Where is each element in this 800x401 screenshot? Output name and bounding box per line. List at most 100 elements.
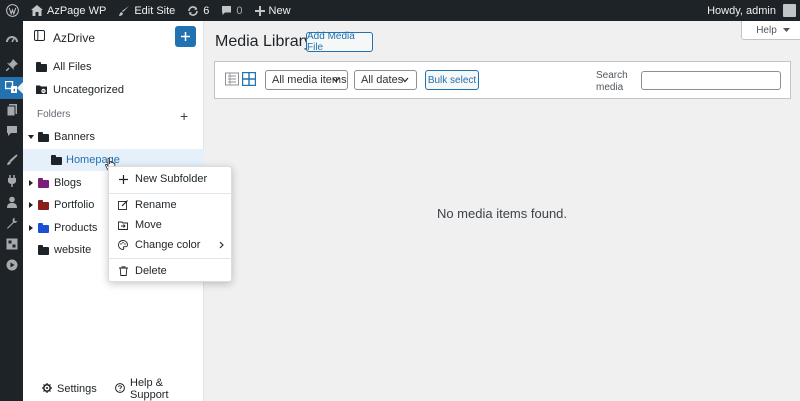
plus-icon [254, 5, 265, 16]
updates-icon [188, 5, 199, 16]
new-content-link[interactable]: New [249, 0, 297, 21]
folder-context-menu: New Subfolder Rename Move Change color D… [108, 166, 233, 282]
menu-item-rename[interactable]: Rename [109, 195, 233, 215]
menu-item-label: Delete [135, 265, 167, 277]
dashboard-icon[interactable] [4, 31, 19, 46]
new-label: New [268, 4, 291, 17]
site-name: AzPage WP [47, 4, 107, 17]
move-folder-icon [118, 220, 128, 230]
media-icon[interactable] [4, 80, 19, 95]
folders-heading: Folders [37, 109, 71, 120]
menu-item-delete[interactable]: Delete [109, 261, 233, 281]
pin-icon[interactable] [4, 57, 19, 72]
folder-item-banners[interactable]: Banners [23, 126, 204, 148]
folder-label: Products [54, 222, 98, 234]
appearance-icon[interactable] [4, 152, 19, 167]
help-tab-button[interactable]: Help [741, 21, 800, 40]
pages-icon[interactable] [4, 102, 19, 117]
folder-icon [38, 178, 49, 188]
site-name-link[interactable]: AzPage WP [25, 0, 112, 21]
comments-link[interactable]: 0 [215, 0, 248, 21]
plugins-icon[interactable] [4, 173, 19, 188]
azdrive-footer: Settings Help & Support [23, 376, 204, 401]
sidebar-toggle-icon[interactable] [34, 30, 45, 41]
media-type-filter[interactable]: All media items [265, 70, 348, 90]
plus-icon [118, 174, 128, 184]
menu-item-change-color[interactable]: Change color [109, 235, 233, 255]
azdrive-header: AzDrive [23, 21, 204, 51]
wordpress-logo-icon[interactable] [0, 0, 25, 21]
folder-icon [38, 223, 49, 233]
uncategorized-label: Uncategorized [53, 84, 124, 96]
caret-down-icon [782, 28, 790, 32]
help-label: Help [756, 24, 777, 36]
caret-right-icon[interactable] [29, 202, 33, 208]
edit-site-label: Edit Site [134, 4, 176, 17]
menu-item-label: New Subfolder [135, 173, 208, 185]
caret-down-icon[interactable] [28, 135, 34, 139]
list-view-icon[interactable] [225, 72, 239, 86]
howdy-text: Howdy, admin [707, 4, 776, 17]
azdrive-title: AzDrive [53, 31, 96, 45]
caret-right-icon[interactable] [29, 225, 33, 231]
uncategorized-item[interactable]: Uncategorized [23, 79, 204, 101]
menu-item-move[interactable]: Move [109, 215, 233, 235]
users-icon[interactable] [4, 194, 19, 209]
chevron-down-icon [332, 77, 340, 83]
caret-right-icon[interactable] [29, 180, 33, 186]
settings-icon[interactable] [4, 236, 19, 251]
all-files-label: All Files [53, 61, 92, 73]
media-player-icon[interactable] [4, 257, 19, 272]
brush-icon [119, 5, 130, 16]
help-circle-icon [115, 383, 125, 393]
folder-label: Banners [54, 131, 95, 143]
comments-count: 0 [236, 4, 243, 17]
all-files-item[interactable]: All Files [23, 56, 204, 78]
search-media-input[interactable] [641, 71, 781, 90]
avatar [783, 4, 796, 17]
my-account-link[interactable]: Howdy, admin [701, 0, 800, 21]
updates-count: 6 [203, 4, 210, 17]
menu-item-label: Change color [135, 239, 201, 251]
menu-item-label: Move [135, 219, 162, 231]
azdrive-add-button[interactable] [175, 26, 196, 47]
folder-icon [51, 155, 62, 165]
grid-view-icon[interactable] [242, 72, 256, 86]
folder-icon [38, 132, 49, 142]
folder-icon [38, 245, 49, 255]
comment-icon [222, 6, 232, 15]
tools-icon[interactable] [4, 215, 19, 230]
add-media-file-button[interactable]: Add Media File [306, 31, 373, 53]
media-toolbar: All media items All dates Bulk select Se… [214, 61, 791, 99]
admin-menu [0, 21, 23, 401]
folder-icon [36, 62, 47, 72]
menu-divider [109, 193, 233, 194]
admin-bar: AzPage WP Edit Site 6 0 New Howdy, admin [0, 0, 800, 21]
folder-label: Blogs [54, 177, 82, 189]
bulk-select-button[interactable]: Bulk select [425, 70, 479, 90]
menu-item-new-subfolder[interactable]: New Subfolder [109, 169, 233, 189]
gear-icon [42, 383, 52, 393]
help-support-link[interactable]: Help & Support [130, 377, 204, 401]
settings-link[interactable]: Settings [57, 383, 97, 395]
home-icon [31, 5, 43, 16]
menu-item-label: Rename [135, 199, 177, 211]
edit-site-link[interactable]: Edit Site [112, 0, 181, 21]
updates-link[interactable]: 6 [181, 0, 215, 21]
chevron-down-icon [401, 77, 409, 83]
search-media-label: Search media [596, 70, 628, 93]
folder-label: Portfolio [54, 199, 95, 211]
media-date-value: All dates [361, 74, 404, 86]
page-title: Media Library [215, 33, 312, 50]
chevron-right-icon [219, 241, 224, 249]
media-date-filter[interactable]: All dates [354, 70, 417, 90]
folder-label: website [54, 244, 92, 256]
empty-state-message: No media items found. [436, 206, 568, 221]
folder-icon [38, 200, 49, 210]
palette-icon [118, 240, 128, 250]
add-folder-icon[interactable]: + [180, 109, 188, 123]
menu-divider [109, 258, 233, 259]
comments-icon[interactable] [4, 123, 19, 138]
uncategorized-folder-icon [36, 85, 47, 94]
trash-icon [118, 266, 128, 276]
